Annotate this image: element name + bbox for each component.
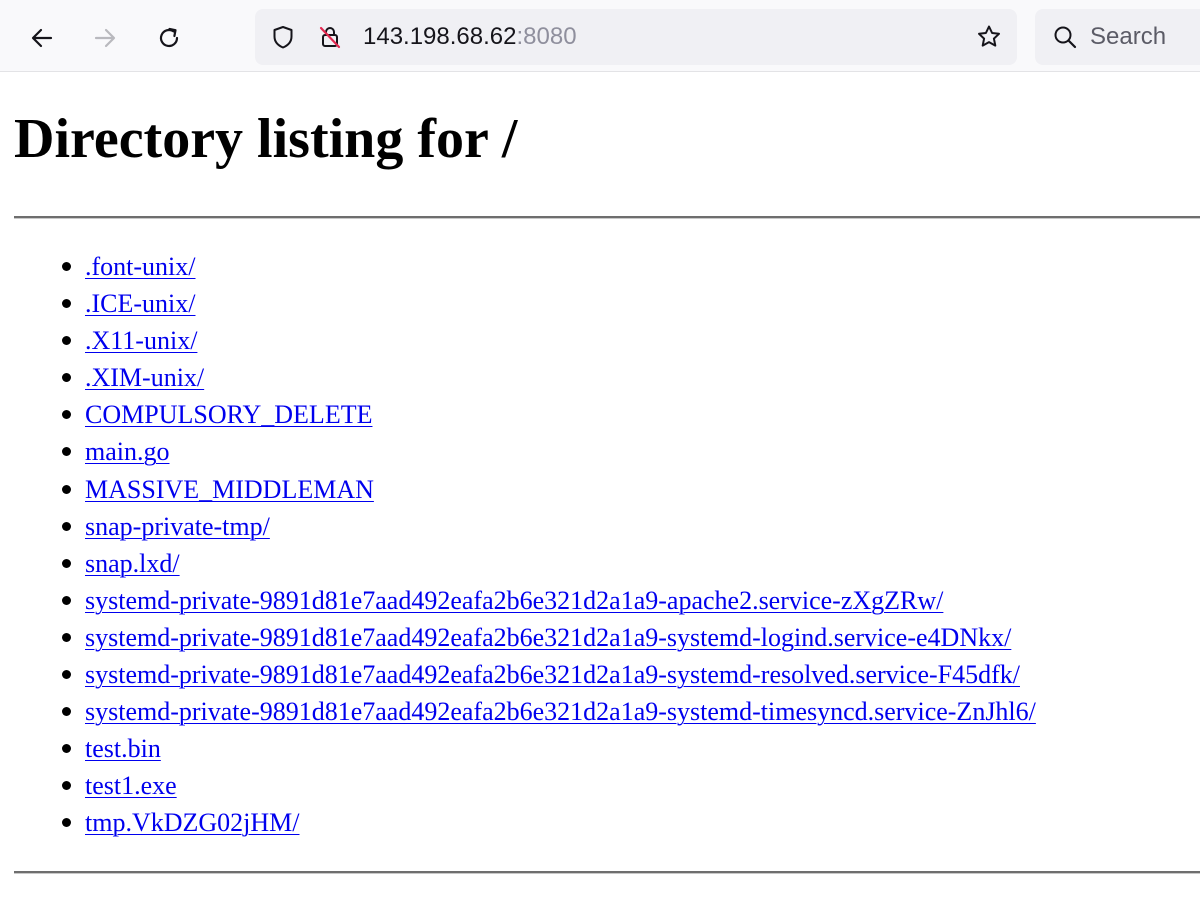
- page-title: Directory listing for /: [14, 108, 518, 170]
- connection-security-button[interactable]: [316, 23, 344, 51]
- forward-button[interactable]: [83, 16, 127, 60]
- list-item: snap-private-tmp/: [62, 508, 1036, 545]
- directory-link[interactable]: systemd-private-9891d81e7aad492eafa2b6e3…: [85, 660, 1020, 689]
- browser-toolbar: 143.198.68.62:8080 Search: [0, 0, 1200, 72]
- url-bar[interactable]: 143.198.68.62:8080: [255, 9, 1017, 65]
- list-item: test.bin: [62, 730, 1036, 767]
- insecure-lock-icon: [319, 26, 341, 49]
- directory-listing: .font-unix/ .ICE-unix/ .X11-unix/ .XIM-unix…: [0, 248, 1036, 842]
- divider-top: [14, 216, 1200, 219]
- directory-link[interactable]: .font-unix/: [85, 252, 196, 281]
- arrow-left-icon: [31, 28, 53, 48]
- directory-link[interactable]: systemd-private-9891d81e7aad492eafa2b6e3…: [85, 586, 943, 615]
- file-link[interactable]: test1.exe: [85, 771, 177, 800]
- directory-link[interactable]: snap-private-tmp/: [85, 512, 270, 541]
- directory-link[interactable]: .XIM-unix/: [85, 363, 204, 392]
- directory-link[interactable]: .ICE-unix/: [85, 289, 196, 318]
- directory-link[interactable]: systemd-private-9891d81e7aad492eafa2b6e3…: [85, 697, 1036, 726]
- url-text[interactable]: 143.198.68.62:8080: [363, 23, 577, 51]
- url-port: :8080: [516, 23, 577, 50]
- list-item: .font-unix/: [62, 248, 1036, 285]
- list-item: systemd-private-9891d81e7aad492eafa2b6e3…: [62, 582, 1036, 619]
- search-icon: [1054, 26, 1077, 49]
- file-link[interactable]: main.go: [85, 437, 170, 466]
- back-button[interactable]: [20, 16, 64, 60]
- url-host: 143.198.68.62: [363, 23, 517, 50]
- file-link[interactable]: COMPULSORY_DELETE: [85, 400, 372, 429]
- list-item: systemd-private-9891d81e7aad492eafa2b6e3…: [62, 656, 1036, 693]
- directory-link[interactable]: systemd-private-9891d81e7aad492eafa2b6e3…: [85, 623, 1011, 652]
- list-item: systemd-private-9891d81e7aad492eafa2b6e3…: [62, 693, 1036, 730]
- list-item: snap.lxd/: [62, 545, 1036, 582]
- reload-icon: [159, 27, 179, 48]
- directory-link[interactable]: snap.lxd/: [85, 549, 180, 578]
- shield-icon: [273, 26, 293, 49]
- list-item: COMPULSORY_DELETE: [62, 396, 1036, 433]
- directory-link[interactable]: .X11-unix/: [85, 326, 197, 355]
- search-bar[interactable]: Search: [1035, 9, 1200, 65]
- file-link[interactable]: test.bin: [85, 734, 161, 763]
- divider-bottom: [14, 871, 1200, 874]
- file-link[interactable]: MASSIVE_MIDDLEMAN: [85, 475, 374, 504]
- list-item: .X11-unix/: [62, 322, 1036, 359]
- directory-link[interactable]: tmp.VkDZG02jHM/: [85, 808, 300, 837]
- reload-button[interactable]: [147, 16, 191, 60]
- tracking-protection-button[interactable]: [269, 23, 297, 51]
- list-item: main.go: [62, 433, 1036, 470]
- list-item: tmp.VkDZG02jHM/: [62, 804, 1036, 841]
- list-item: systemd-private-9891d81e7aad492eafa2b6e3…: [62, 619, 1036, 656]
- search-placeholder: Search: [1090, 23, 1167, 50]
- star-icon: [978, 25, 1000, 47]
- list-item: .XIM-unix/: [62, 359, 1036, 396]
- bookmark-button[interactable]: [975, 23, 1003, 51]
- list-item: test1.exe: [62, 767, 1036, 804]
- arrow-right-icon: [94, 28, 116, 48]
- list-item: MASSIVE_MIDDLEMAN: [62, 471, 1036, 508]
- list-item: .ICE-unix/: [62, 285, 1036, 322]
- search-icon-wrap: [1051, 23, 1079, 51]
